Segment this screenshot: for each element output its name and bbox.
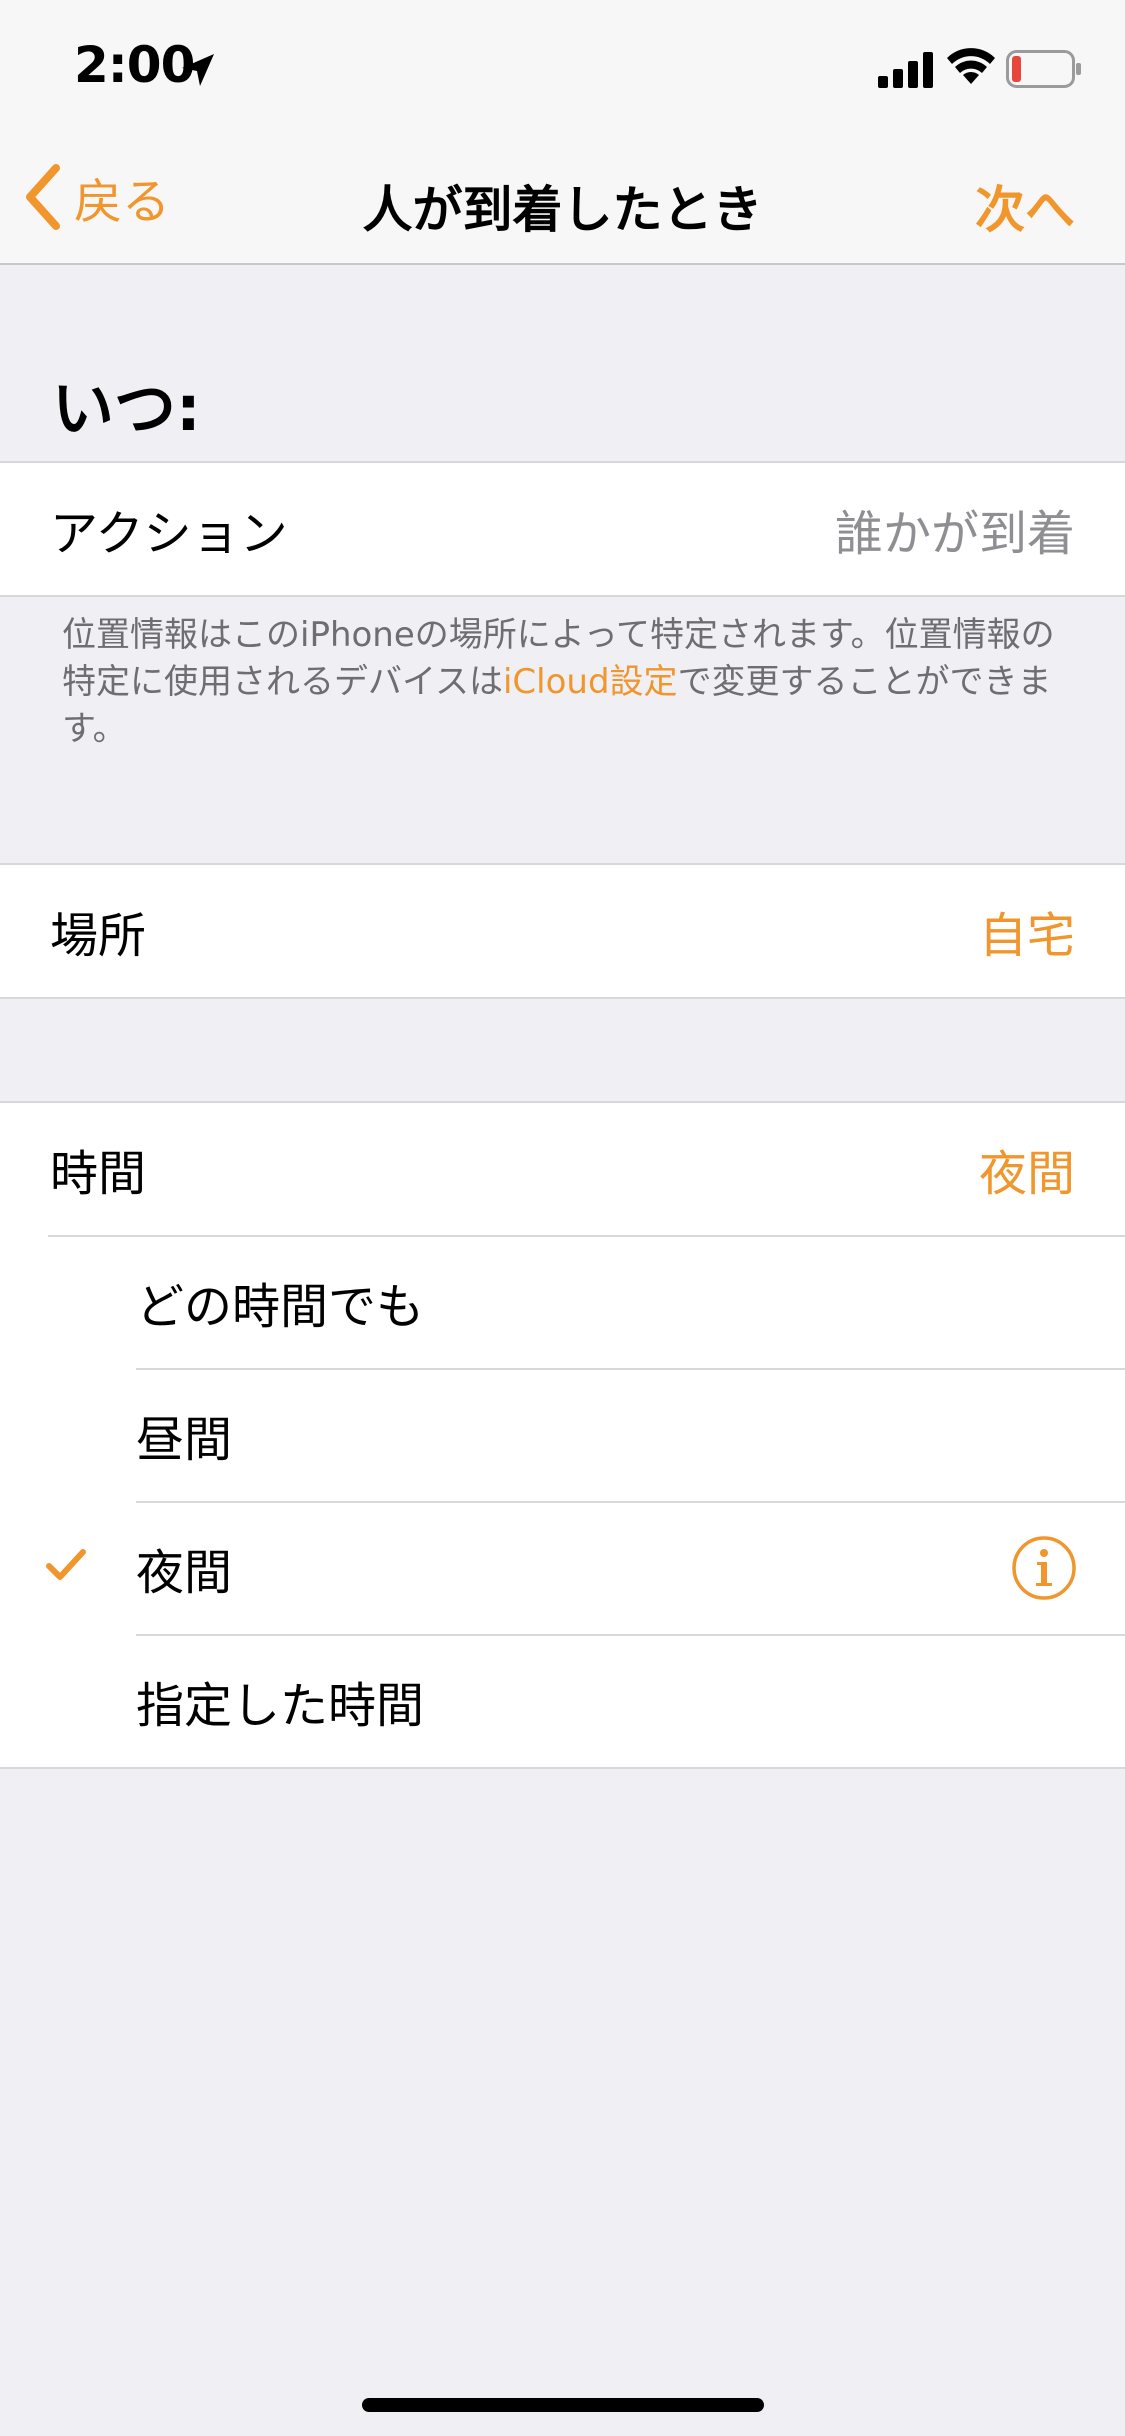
action-label: アクション xyxy=(50,506,288,562)
time-option-label: 指定した時間 xyxy=(136,1677,425,1734)
wifi-icon xyxy=(947,48,995,84)
info-icon[interactable] xyxy=(1011,1535,1077,1601)
time-value: 夜間 xyxy=(978,1146,1075,1202)
location-arrow-icon xyxy=(182,54,214,86)
time-group: 時間 夜間 どの時間でも 昼間 夜間 指定した時間 xyxy=(0,1101,1125,1769)
time-label: 時間 xyxy=(50,1146,147,1202)
divider xyxy=(48,1235,1125,1237)
time-row[interactable]: 時間 夜間 xyxy=(0,1103,1125,1235)
section-header: いつ: xyxy=(52,372,201,445)
nav-bar: 戻る 人が到着したとき 次へ xyxy=(0,132,1125,265)
time-option-daytime[interactable]: 昼間 xyxy=(0,1368,1125,1501)
action-row[interactable]: アクション 誰かが到着 xyxy=(0,463,1125,595)
signal-icon xyxy=(878,52,933,88)
status-bar: 2:00 xyxy=(0,0,1125,132)
location-label: 場所 xyxy=(50,908,147,964)
divider xyxy=(136,1368,1125,1370)
status-time: 2:00 xyxy=(74,36,195,94)
action-group: アクション 誰かが到着 xyxy=(0,461,1125,597)
location-footer-note: 位置情報はこのiPhoneの場所によって特定されます。位置情報の特定に使用される… xyxy=(62,612,1072,753)
time-option-nighttime[interactable]: 夜間 xyxy=(0,1501,1125,1634)
icloud-settings-link[interactable]: iCloud設定 xyxy=(503,662,678,702)
checkmark-icon xyxy=(46,1549,86,1580)
home-indicator[interactable] xyxy=(362,2398,764,2412)
time-option-custom[interactable]: 指定した時間 xyxy=(0,1634,1125,1767)
next-button[interactable]: 次へ xyxy=(975,170,1075,242)
time-option-label: 夜間 xyxy=(136,1544,233,1601)
time-option-anytime[interactable]: どの時間でも xyxy=(0,1235,1125,1368)
time-option-label: 昼間 xyxy=(136,1411,233,1468)
time-option-label: どの時間でも xyxy=(136,1278,425,1335)
divider xyxy=(136,1634,1125,1636)
location-group: 場所 自宅 xyxy=(0,863,1125,999)
battery-low-icon xyxy=(1006,50,1081,88)
location-value: 自宅 xyxy=(978,908,1075,964)
divider xyxy=(136,1501,1125,1503)
nav-title: 人が到着したとき xyxy=(362,181,763,239)
action-value: 誰かが到着 xyxy=(834,506,1075,562)
location-row[interactable]: 場所 自宅 xyxy=(0,865,1125,997)
